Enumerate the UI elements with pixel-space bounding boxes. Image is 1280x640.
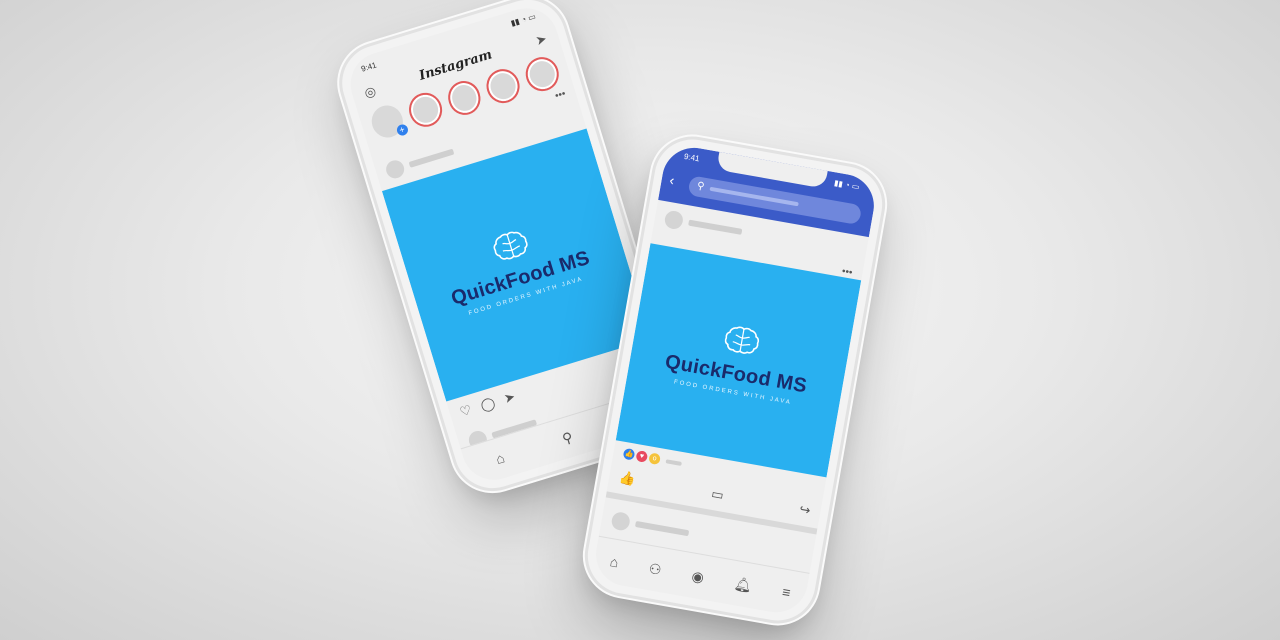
home-icon[interactable]: ⌂ bbox=[609, 553, 620, 570]
like-icon[interactable]: 👍 bbox=[618, 470, 637, 488]
share-icon[interactable]: ↪ bbox=[798, 501, 811, 518]
wow-reaction-icon: o bbox=[648, 452, 661, 466]
signal-wifi-battery-icon: ▮▮ ◔ ▭ bbox=[509, 11, 537, 28]
story-avatar[interactable] bbox=[521, 53, 563, 96]
username-placeholder bbox=[634, 520, 690, 537]
story-avatar[interactable] bbox=[482, 65, 524, 108]
brain-logo-icon bbox=[493, 231, 528, 260]
share-icon[interactable]: ➤ bbox=[502, 389, 517, 407]
poster-avatar[interactable] bbox=[663, 209, 685, 231]
like-reaction-icon: 👍 bbox=[622, 447, 636, 461]
brain-logo-icon bbox=[724, 326, 760, 354]
own-story[interactable]: + bbox=[367, 101, 410, 142]
status-time: 9:41 bbox=[683, 151, 701, 164]
comment-icon[interactable]: ◯ bbox=[479, 395, 497, 414]
back-arrow-icon[interactable]: ‹ bbox=[668, 172, 675, 189]
add-story-icon[interactable]: + bbox=[395, 123, 410, 137]
search-icon[interactable]: ⚲ bbox=[560, 429, 574, 447]
username-placeholder bbox=[408, 148, 455, 168]
status-time: 9:41 bbox=[359, 59, 378, 74]
poster-avatar[interactable] bbox=[383, 158, 407, 181]
story-avatar[interactable] bbox=[443, 76, 485, 120]
search-placeholder-bar bbox=[709, 186, 800, 207]
facebook-screen: 9:41 ▮▮ ◔ ▭ ‹ ⚲ ••• QuickFood MS FOOD OR… bbox=[591, 142, 879, 618]
home-icon[interactable]: ⌂ bbox=[494, 449, 507, 467]
post-image: QuickFood MS FOOD ORDERS WITH JAVA bbox=[615, 243, 862, 478]
facebook-phone: 9:41 ▮▮ ◔ ▭ ‹ ⚲ ••• QuickFood MS FOOD OR… bbox=[581, 133, 889, 627]
story-avatar[interactable] bbox=[404, 88, 446, 131]
camera-icon[interactable]: ◎ bbox=[362, 82, 377, 100]
love-reaction-icon: ♥ bbox=[635, 450, 649, 463]
username-placeholder bbox=[688, 219, 743, 235]
signal-wifi-battery-icon: ▮▮ ◔ ▭ bbox=[833, 178, 861, 192]
profile-icon[interactable]: ◉ bbox=[690, 568, 705, 586]
like-icon[interactable]: ♡ bbox=[458, 402, 474, 420]
reaction-count-placeholder bbox=[665, 458, 683, 466]
poster-avatar[interactable] bbox=[610, 510, 632, 532]
search-icon: ⚲ bbox=[696, 180, 706, 193]
menu-icon[interactable]: ≡ bbox=[781, 584, 792, 601]
friends-icon[interactable]: ⚇ bbox=[648, 560, 663, 578]
notifications-bell-icon[interactable]: 🔔︎ bbox=[733, 575, 753, 594]
direct-message-icon[interactable]: ➤ bbox=[534, 30, 549, 48]
comment-icon[interactable]: ▭ bbox=[710, 486, 725, 503]
